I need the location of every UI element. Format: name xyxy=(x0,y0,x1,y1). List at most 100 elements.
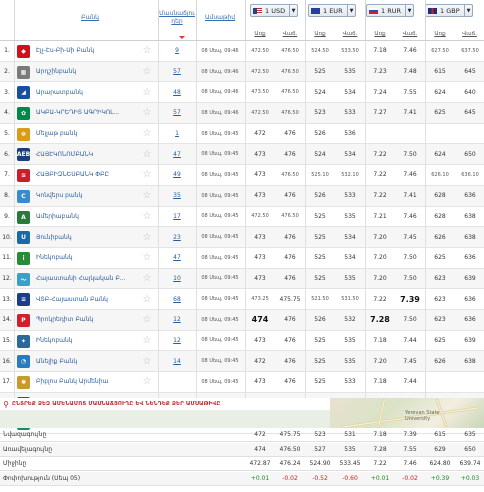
table-row[interactable]: 2. ▦ Արդշինբանկ ☆ 57 08 Սեպ, 09:46 472.50 476.5… xyxy=(0,61,484,83)
branch-finder-banner[interactable]: Yerevan State University ⚲ ԸՆՏՐԵՔ ՁԵԶ ԱՄ… xyxy=(0,398,484,428)
table-row[interactable]: 12. 〜 Հայաստանի Հայկական Բ... ☆ 10 08 Սեպ, 09… xyxy=(0,268,484,290)
star-icon[interactable]: ☆ xyxy=(141,310,153,330)
branches-count-link[interactable]: 14 xyxy=(159,351,195,371)
table-header: Բանկ Մասնաճյուղեր Ամսաթիվ 1 USD ▼ 1 EUR … xyxy=(0,0,484,41)
branches-count-link[interactable]: 35 xyxy=(159,186,195,206)
table-row[interactable]: 6. AEB ՀԱՅԷԿՈՆՈՄԲԱՆԿ ☆ 47 08 Սեպ, 09:45 473 476… xyxy=(0,144,484,166)
table-row[interactable]: 3. ◢ Արարատբանկ ☆ 48 08 Սեպ, 09:46 473.50 476.5… xyxy=(0,82,484,104)
usd-buy-header[interactable]: Առք xyxy=(245,31,275,37)
bank-name-link[interactable]: ՎՏԲ-Հայաստան Բանկ xyxy=(36,289,136,309)
bank-name-link[interactable]: Ինեկոբանկ xyxy=(36,248,136,268)
branches-column-header[interactable]: Մասնաճյուղեր xyxy=(158,10,196,26)
star-icon[interactable]: ☆ xyxy=(141,248,153,268)
bank-name-link[interactable]: Ամերիաբանկ xyxy=(36,207,136,227)
branches-count-link[interactable]: 12 xyxy=(159,331,195,351)
table-row[interactable]: 5. ❁ Մելլաթ բանկ ☆ 1 08 Սեպ, 09:45 472 476 526 53… xyxy=(0,124,484,145)
branches-count-link[interactable]: 68 xyxy=(159,289,195,309)
byblos-logo: ✺ xyxy=(17,376,30,389)
table-row[interactable]: 15. ✦ Ինեկոբանկ ☆ 12 08 Սեպ, 09:45 473 476 525 53… xyxy=(0,331,484,352)
rate-cell: 472 xyxy=(254,130,266,138)
branches-count-link[interactable]: 23 xyxy=(159,227,195,247)
star-icon[interactable]: ☆ xyxy=(141,207,153,227)
bank-column-header[interactable]: Բանկ xyxy=(40,14,140,22)
rate-cell: 476.50 xyxy=(281,47,299,54)
update-date: 08 Սեպ, 09:45 xyxy=(201,358,239,365)
branches-count-link[interactable]: 1 xyxy=(159,124,195,144)
rur-buy-header[interactable]: Առք xyxy=(365,31,395,37)
rate-cell: 638 xyxy=(464,212,476,220)
bank-name-link[interactable]: Կոնվերս բանկ xyxy=(36,186,136,206)
star-icon[interactable]: ☆ xyxy=(141,41,153,61)
eur-sell-header[interactable]: Վաճ. xyxy=(335,31,365,37)
star-icon[interactable]: ☆ xyxy=(141,269,153,289)
table-row[interactable]: 17. ✺ Բիբլոս Բանկ Արմենիա ☆ 08 Սեպ, 09:45 473… xyxy=(0,372,484,393)
star-icon[interactable]: ☆ xyxy=(141,372,153,392)
rate-cell: 7.18 xyxy=(373,47,387,55)
map-label: Yerevan State University xyxy=(405,410,440,422)
date-column-header[interactable]: Ամսաթիվ xyxy=(196,14,244,22)
table-row[interactable]: 9. A Ամերիաբանկ ☆ 17 08 Սեպ, 09:45 472.50 476.5… xyxy=(0,207,484,228)
rate-cell: 623 xyxy=(434,274,446,282)
gbp-buy-header[interactable]: Առք xyxy=(425,31,455,37)
bank-name-link[interactable]: Հայաստանի Հայկական Բ... xyxy=(36,269,136,289)
table-row[interactable]: 7. ≋ ՀԱՅԲԻԶՆԵՍԲԱՆԿ ՓԲԸ ☆ 49 08 Սեպ, 09:45 473 4… xyxy=(0,165,484,186)
star-icon[interactable]: ☆ xyxy=(141,62,153,82)
rur-sell-header[interactable]: Վաճ. xyxy=(395,31,425,37)
star-icon[interactable]: ☆ xyxy=(141,165,153,185)
table-row[interactable]: 4. ✿ ԱԿԲԱ-ԿՐԵԴԻՏ ԱԳՐԻԿՈԼ... ☆ 57 08 Սեպ, 09:4… xyxy=(0,103,484,124)
star-icon[interactable]: ☆ xyxy=(141,351,153,371)
branches-count-link[interactable]: 12 xyxy=(159,310,195,330)
rate-cell: 525 xyxy=(314,68,326,76)
star-icon[interactable]: ☆ xyxy=(141,144,153,164)
table-row[interactable]: 8. C Կոնվերս բանկ ☆ 35 08 Սեպ, 09:45 473 476 526… xyxy=(0,185,484,207)
bank-name-link[interactable]: Էյչ-Էս-Բի-Սի Բանկ xyxy=(36,41,136,61)
bank-name-link[interactable]: ԱԿԲԱ-ԿՐԵԴԻՏ ԱԳՐԻԿՈԼ... xyxy=(36,103,136,123)
table-row[interactable]: 11. i Ինեկոբանկ ☆ 47 08 Սեպ, 09:45 473 476 525 53… xyxy=(0,248,484,269)
star-icon[interactable]: ☆ xyxy=(141,103,153,123)
table-row[interactable]: 14. P Պրոկրեդիտ Բանկ ☆ 12 08 Սեպ, 09:45 474 476… xyxy=(0,309,484,331)
bank-name-link[interactable]: Բիբլոս Բանկ Արմենիա xyxy=(36,372,136,392)
branches-count-link[interactable]: 49 xyxy=(159,165,195,185)
eur-currency-select[interactable]: 1 EUR ▼ xyxy=(308,4,356,17)
rate-cell: 472.50 xyxy=(251,47,269,54)
gbp-currency-select[interactable]: 1 GBP ▼ xyxy=(425,4,473,17)
branches-count-link[interactable] xyxy=(159,372,195,392)
rate-cell: 7.45 xyxy=(403,233,417,241)
star-icon[interactable]: ☆ xyxy=(141,82,153,102)
branches-count-link[interactable]: 9 xyxy=(159,41,195,61)
bank-name-link[interactable]: Արդշինբանկ xyxy=(36,62,136,82)
bank-name-link[interactable]: Անելիք Բանկ xyxy=(36,351,136,371)
bank-name-link[interactable]: Ինեկոբանկ xyxy=(36,331,136,351)
branches-count-link[interactable]: 47 xyxy=(159,144,195,164)
branches-count-link[interactable]: 57 xyxy=(159,103,195,123)
bank-name-link[interactable]: Արարատբանկ xyxy=(36,82,136,102)
branches-count-link[interactable]: 17 xyxy=(159,207,195,227)
star-icon[interactable]: ☆ xyxy=(141,289,153,309)
star-icon[interactable]: ☆ xyxy=(141,186,153,206)
bank-name-link[interactable]: Պրոկրեդիտ Բանկ xyxy=(36,310,136,330)
branches-count-link[interactable]: 57 xyxy=(159,62,195,82)
bank-name-link[interactable]: ՀԱՅԷԿՈՆՈՄԲԱՆԿ xyxy=(36,144,136,164)
branches-count-link[interactable]: 10 xyxy=(159,269,195,289)
branches-count-link[interactable]: 48 xyxy=(159,82,195,102)
branch-finder-link[interactable]: ⚲ ԸՆՏՐԵՔ ՁԵԶ ԱՄԵՆԱՄՈՏ ՄԱՍՆԱՃՅՈՒՂԸ ԵՎ ՆԵՆ… xyxy=(0,398,330,410)
bank-name-link[interactable]: ՀԱՅԲԻԶՆԵՍԲԱՆԿ ՓԲԸ xyxy=(36,165,136,185)
gbp-sell-header[interactable]: Վաճ. xyxy=(455,31,484,37)
table-row[interactable]: 13. ≡ ՎՏԲ-Հայաստան Բանկ ☆ 68 08 Սեպ, 09:45 473… xyxy=(0,289,484,310)
table-row[interactable]: 1. ◆ Էյչ-Էս-Բի-Սի Բանկ ☆ 9 08 Սեպ, 09:46 472.5… xyxy=(0,41,484,62)
summary-value: 7.46 xyxy=(403,460,417,467)
bank-name-link[interactable]: Յունիբանկ xyxy=(36,227,136,247)
rate-cell: 7.23 xyxy=(373,68,387,76)
usd-currency-select[interactable]: 1 USD ▼ xyxy=(250,4,298,17)
star-icon[interactable]: ☆ xyxy=(141,227,153,247)
bank-name-link[interactable]: Մելլաթ բանկ xyxy=(36,124,136,144)
branches-count-link[interactable]: 47 xyxy=(159,248,195,268)
star-icon[interactable]: ☆ xyxy=(141,124,153,144)
usd-sell-header[interactable]: Վաճ. xyxy=(275,31,305,37)
eur-buy-header[interactable]: Առք xyxy=(305,31,335,37)
rur-currency-select[interactable]: 1 RUR ▼ xyxy=(366,4,414,17)
table-row[interactable]: 10. U Յունիբանկ ☆ 23 08 Սեպ, 09:45 473 476 525 53… xyxy=(0,227,484,248)
table-row[interactable]: 16. ◔ Անելիք Բանկ ☆ 14 08 Սեպ, 09:45 472 476 525… xyxy=(0,351,484,372)
star-icon[interactable]: ☆ xyxy=(141,331,153,351)
rate-cell: 473 xyxy=(254,336,266,344)
